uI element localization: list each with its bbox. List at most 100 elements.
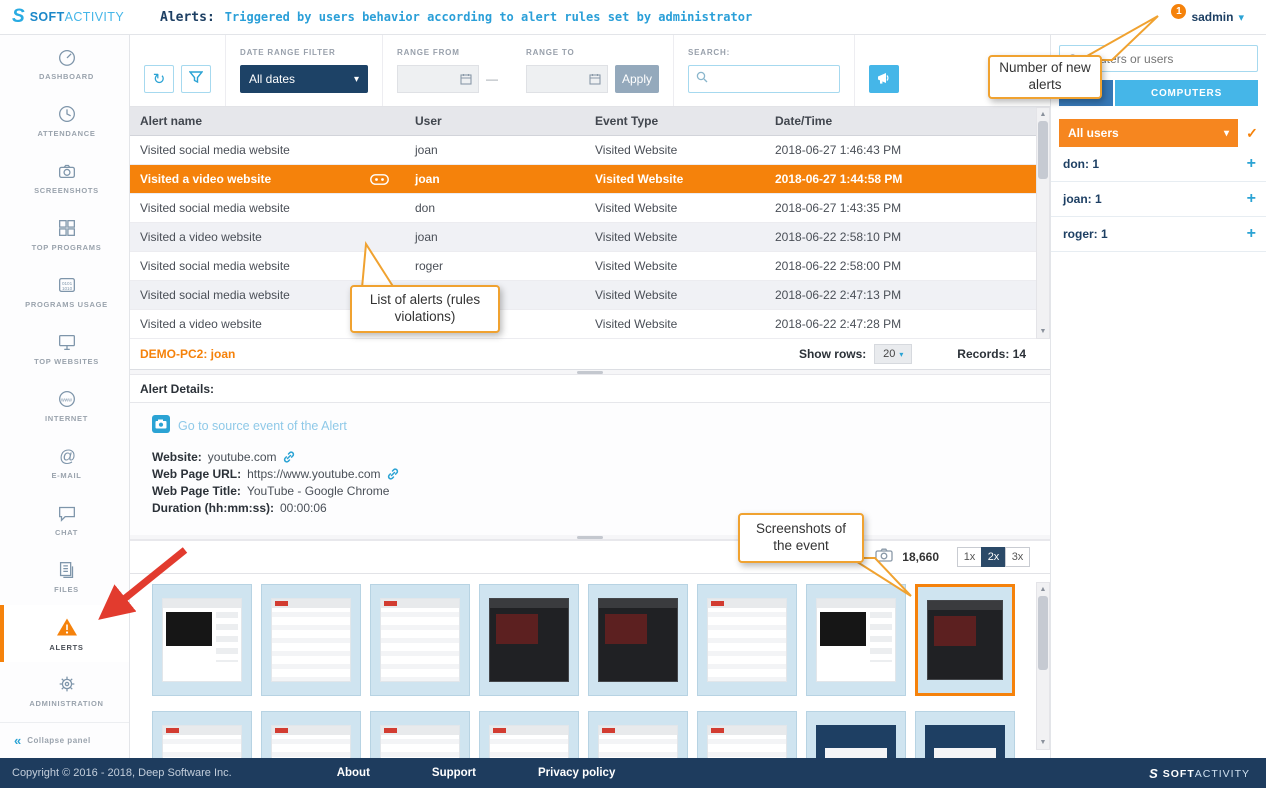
apply-button[interactable]: Apply bbox=[615, 65, 659, 93]
sidebar-item-screenshots[interactable]: SCREENSHOTS bbox=[0, 149, 129, 206]
screenshot-thumbnail[interactable] bbox=[588, 584, 688, 696]
zoom-3x-button[interactable]: 3x bbox=[1005, 547, 1030, 567]
footer-link-privacy[interactable]: Privacy policy bbox=[538, 767, 615, 779]
source-camera-icon bbox=[152, 415, 170, 436]
go-to-source-link[interactable]: Go to source event of the Alert bbox=[152, 415, 1050, 436]
plus-icon[interactable]: + bbox=[1247, 190, 1256, 208]
svg-text:1010: 1010 bbox=[61, 286, 72, 291]
search-input[interactable] bbox=[714, 72, 824, 86]
show-rows-select[interactable]: 20 ▾ bbox=[874, 344, 913, 364]
brand-activity: ACTIVITY bbox=[1194, 768, 1250, 780]
page-title: Alerts: bbox=[160, 9, 215, 25]
table-row[interactable]: Visited social media website don Visited… bbox=[130, 194, 1036, 223]
page-header: Alerts: Triggered by users behavior acco… bbox=[160, 10, 752, 25]
screenshot-thumbnail[interactable] bbox=[588, 711, 688, 758]
scrollbar-thumb[interactable] bbox=[1038, 596, 1048, 670]
chevron-down-icon: ▾ bbox=[353, 73, 359, 85]
user-list-item[interactable]: don: 1 + bbox=[1051, 147, 1266, 182]
cell-user: don bbox=[415, 201, 436, 215]
column-header-event-type[interactable]: Event Type bbox=[585, 107, 765, 135]
screenshot-thumbnail[interactable] bbox=[152, 711, 252, 758]
cell-event-type: Visited Website bbox=[595, 259, 678, 273]
plus-icon[interactable]: + bbox=[1247, 155, 1256, 173]
sidebar-item-top-programs[interactable]: TOP PROGRAMS bbox=[0, 206, 129, 263]
screenshot-thumbnail[interactable] bbox=[806, 711, 906, 758]
screenshot-thumbnail[interactable] bbox=[261, 711, 361, 758]
column-header-alert-name[interactable]: Alert name bbox=[130, 107, 405, 135]
user-list-item[interactable]: joan: 1 + bbox=[1051, 182, 1266, 217]
user-list-item[interactable]: roger: 1 + bbox=[1051, 217, 1266, 252]
table-scrollbar[interactable]: ▲ ▼ bbox=[1036, 107, 1050, 339]
range-from-group: RANGE FROM — bbox=[383, 35, 512, 106]
range-to-group: RANGE TO Apply bbox=[512, 35, 674, 106]
sidebar-item-label: TOP PROGRAMS bbox=[31, 243, 102, 252]
screenshots-scrollbar[interactable]: ▲ ▼ bbox=[1036, 582, 1050, 750]
calendar-icon bbox=[589, 74, 601, 85]
sidebar-item-attendance[interactable]: ATTENDANCE bbox=[0, 92, 129, 149]
chevron-down-icon: ▾ bbox=[1223, 127, 1229, 139]
range-from-label: RANGE FROM bbox=[397, 48, 460, 57]
brand-soft: SOFT bbox=[1162, 768, 1195, 780]
screenshot-thumbnail[interactable] bbox=[370, 584, 470, 696]
screenshot-thumbnail-highlighted[interactable] bbox=[915, 584, 1015, 696]
table-row[interactable]: Visited social media website Visited Web… bbox=[130, 281, 1036, 310]
alert-rules-button[interactable] bbox=[869, 65, 899, 93]
link-icon[interactable] bbox=[387, 467, 399, 480]
table-header-row: Alert name User Event Type Date/Time bbox=[130, 107, 1036, 136]
table-row[interactable]: Visited a video website Visited Website … bbox=[130, 310, 1036, 339]
all-users-dropdown[interactable]: All users ▾ bbox=[1059, 119, 1238, 147]
red-arrow-annotation bbox=[98, 547, 188, 620]
sidebar-item-internet[interactable]: www INTERNET bbox=[0, 377, 129, 434]
brand-activity: ACTIVITY bbox=[64, 10, 125, 24]
user-menu[interactable]: 1 sadmin ▾ bbox=[1171, 3, 1266, 25]
detail-field-page-title: Web Page Title: YouTube - Google Chrome bbox=[152, 482, 1050, 499]
check-icon[interactable]: ✓ bbox=[1242, 125, 1262, 142]
scrollbar-thumb[interactable] bbox=[1038, 121, 1048, 179]
collapse-panel-button[interactable]: « Collapse panel bbox=[0, 722, 129, 758]
sidebar-item-email[interactable]: @ E-MAIL bbox=[0, 434, 129, 491]
screenshot-thumbnail[interactable] bbox=[915, 711, 1015, 758]
table-row[interactable]: Visited a video website joan Visited Web… bbox=[130, 223, 1036, 252]
link-icon[interactable] bbox=[283, 450, 295, 463]
footer-link-support[interactable]: Support bbox=[432, 767, 476, 779]
alert-filter-button[interactable] bbox=[181, 65, 211, 93]
date-range-select[interactable]: All dates ▾ bbox=[240, 65, 368, 93]
scroll-down-icon[interactable]: ▼ bbox=[1040, 325, 1047, 338]
computers-tab-button[interactable]: COMPUTERS bbox=[1115, 80, 1258, 106]
scroll-up-icon[interactable]: ▲ bbox=[1040, 583, 1047, 596]
table-row[interactable]: Visited social media website joan Visite… bbox=[130, 136, 1036, 165]
footer-link-about[interactable]: About bbox=[337, 767, 370, 779]
plus-icon[interactable]: + bbox=[1247, 225, 1256, 243]
screenshot-thumbnail[interactable] bbox=[806, 584, 906, 696]
screenshot-thumbnail[interactable] bbox=[479, 584, 579, 696]
zoom-2x-button[interactable]: 2x bbox=[981, 547, 1006, 567]
sidebar-item-dashboard[interactable]: DASHBOARD bbox=[0, 35, 129, 92]
sidebar-item-administration[interactable]: ADMINISTRATION bbox=[0, 662, 129, 719]
screenshot-thumbnail[interactable] bbox=[370, 711, 470, 758]
sidebar-item-label: DASHBOARD bbox=[38, 72, 95, 81]
screenshot-thumbnail[interactable] bbox=[697, 711, 797, 758]
range-separator: — bbox=[486, 72, 498, 86]
scroll-up-icon[interactable]: ▲ bbox=[1040, 108, 1047, 121]
table-row-selected[interactable]: Visited a video website joan Visited Web… bbox=[130, 165, 1036, 194]
column-header-user[interactable]: User bbox=[405, 107, 585, 135]
screenshot-thumbnail[interactable] bbox=[261, 584, 361, 696]
column-header-date-time[interactable]: Date/Time bbox=[765, 107, 1036, 135]
sidebar-item-programs-usage[interactable]: 0101 1010 PROGRAMS USAGE bbox=[0, 263, 129, 320]
range-to-input[interactable] bbox=[526, 65, 608, 93]
refresh-button[interactable]: ↻ bbox=[144, 65, 174, 93]
zoom-1x-button[interactable]: 1x bbox=[957, 547, 982, 567]
screenshot-thumbnail[interactable] bbox=[697, 584, 797, 696]
table-row[interactable]: Visited social media website roger Visit… bbox=[130, 252, 1036, 281]
date-range-filter-label: DATE RANGE FILTER bbox=[240, 48, 336, 57]
copyright-text: Copyright © 2016 - 2018, Deep Software I… bbox=[12, 767, 232, 779]
search-field[interactable] bbox=[688, 65, 840, 93]
user-alert-count: roger: 1 bbox=[1063, 227, 1108, 241]
splitter-handle[interactable] bbox=[130, 370, 1050, 375]
sidebar-item-top-websites[interactable]: TOP WEBSITES bbox=[0, 320, 129, 377]
range-from-input[interactable] bbox=[397, 65, 479, 93]
screenshot-thumbnail[interactable] bbox=[479, 711, 579, 758]
splitter-handle[interactable] bbox=[130, 535, 1050, 540]
page-subtitle: Triggered by users behavior according to… bbox=[224, 9, 753, 24]
scroll-down-icon[interactable]: ▼ bbox=[1040, 736, 1047, 749]
